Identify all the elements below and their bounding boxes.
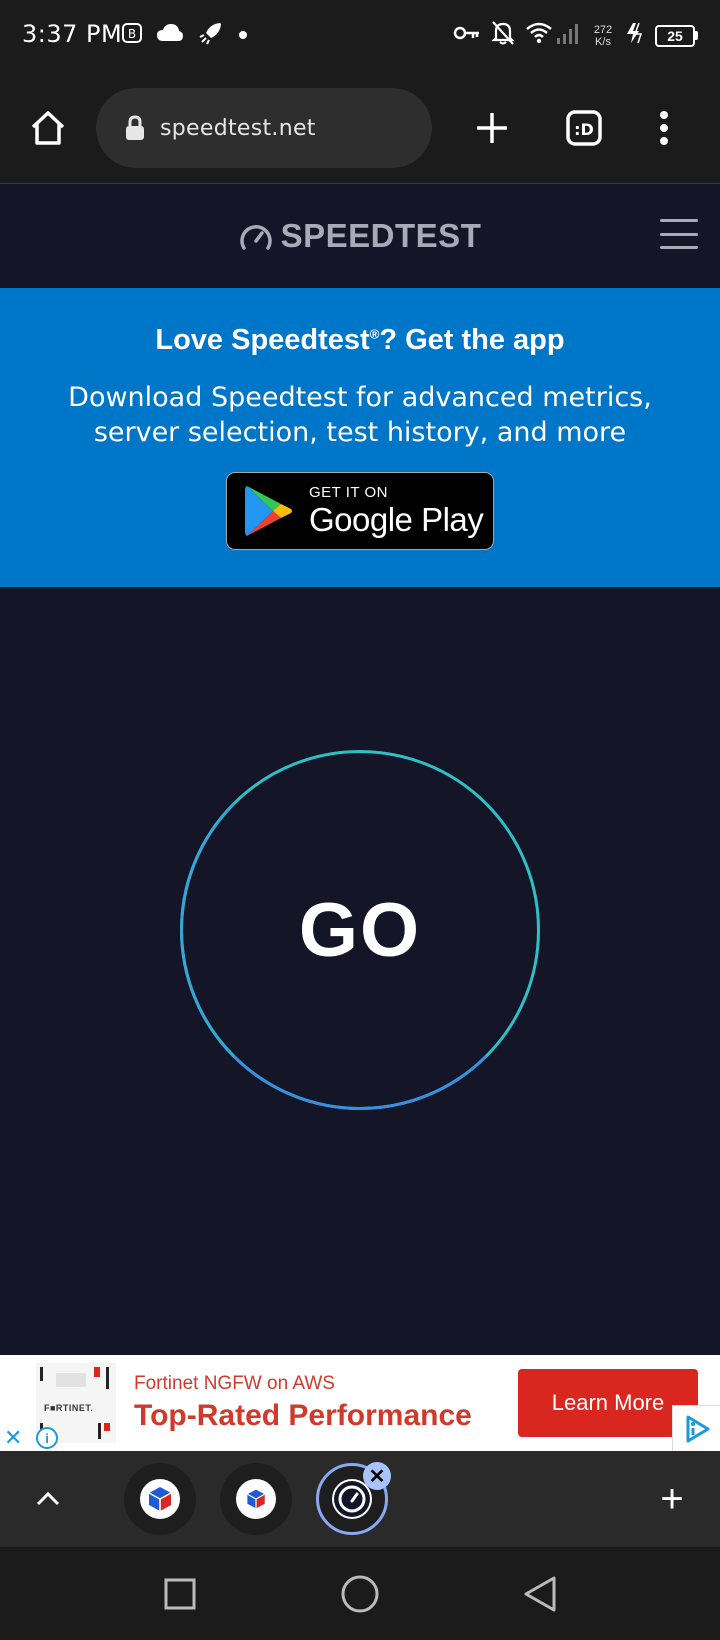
tab-1[interactable] xyxy=(124,1463,196,1535)
net-speed-value: 272 xyxy=(593,23,613,36)
tab-favicon xyxy=(236,1479,276,1519)
expand-tabs-button[interactable] xyxy=(20,1471,76,1527)
ad-info-icon[interactable]: i xyxy=(36,1427,58,1449)
google-play-icon xyxy=(245,486,292,536)
go-label: GO xyxy=(298,887,422,973)
tab-3-active[interactable]: ✕ xyxy=(316,1462,391,1535)
tab-switcher-button[interactable]: :D xyxy=(556,100,612,156)
back-button[interactable] xyxy=(515,1569,565,1619)
home-button[interactable] xyxy=(20,100,76,156)
registered-mark: ® xyxy=(369,326,380,342)
add-tab-button[interactable]: + xyxy=(644,1471,700,1527)
ad-close-icon[interactable]: ✕ xyxy=(4,1427,22,1449)
tab-switcher-icon: :D xyxy=(566,110,602,146)
promo-title-text: Love Speedtest xyxy=(155,324,370,356)
tab-favicon xyxy=(140,1479,180,1519)
lock-icon xyxy=(126,115,144,140)
new-tab-button[interactable] xyxy=(464,100,520,156)
status-notification-icons: B xyxy=(122,20,248,51)
site-header: SPEEDTEST xyxy=(0,185,720,288)
status-bar: 3:37 PM B 272 K/s 25 xyxy=(0,0,720,76)
rocket-icon xyxy=(198,20,224,51)
vpn-key-icon xyxy=(453,25,481,46)
play-badge-big: Google Play xyxy=(309,500,484,538)
tab-strip: ✕ + xyxy=(0,1451,720,1547)
app-promo-banner: Love Speedtest®? Get the app Download Sp… xyxy=(0,288,720,587)
new-tab-icon xyxy=(477,113,507,143)
adchoices-button[interactable] xyxy=(672,1405,720,1451)
more-vert-icon xyxy=(660,111,668,145)
gauge-icon xyxy=(239,225,272,250)
network-speed-readout: 272 K/s xyxy=(591,24,615,48)
ad-brand: F■RTINET. xyxy=(44,1403,94,1413)
tab-2[interactable] xyxy=(220,1463,292,1535)
app-notification-icon: B xyxy=(122,23,142,48)
status-system-icons: 272 K/s 25 xyxy=(453,20,698,51)
url-bar[interactable]: speedtest.net xyxy=(96,88,432,168)
charging-icon xyxy=(625,22,645,49)
google-play-badge[interactable]: GET IT ON Google Play xyxy=(226,472,494,550)
chevron-up-icon xyxy=(36,1491,60,1506)
svg-text:B: B xyxy=(128,27,136,41)
menu-line xyxy=(660,246,698,249)
notifications-off-icon xyxy=(491,20,515,51)
system-nav-bar xyxy=(0,1547,720,1640)
home-icon xyxy=(31,111,65,145)
logo-text: SPEEDTEST xyxy=(280,217,482,254)
promo-title: Love Speedtest®? Get the app xyxy=(0,324,720,357)
home-nav-button[interactable] xyxy=(335,1569,385,1619)
speedtest-main: GO xyxy=(0,587,720,1355)
adchoices-icon xyxy=(686,1415,709,1442)
browser-toolbar: speedtest.net :D xyxy=(0,76,720,184)
cloud-icon xyxy=(156,23,184,48)
ad-title: Top-Rated Performance xyxy=(134,1399,472,1432)
cube-icon xyxy=(247,1489,265,1509)
promo-title-suffix: ? Get the app xyxy=(379,324,565,356)
svg-text::D: :D xyxy=(574,120,594,139)
ad-learn-more-button[interactable]: Learn More xyxy=(518,1369,698,1437)
wifi-signal-icon xyxy=(525,20,581,51)
ad-headline: Fortinet NGFW on AWS xyxy=(134,1373,335,1394)
battery-tip xyxy=(695,31,698,40)
net-speed-unit: K/s xyxy=(595,35,611,48)
home-circle-icon xyxy=(341,1575,379,1613)
ad-banner[interactable]: F■RTINET. Fortinet NGFW on AWS Top-Rated… xyxy=(0,1355,720,1451)
status-time: 3:37 PM xyxy=(22,20,123,48)
play-badge-small: GET IT ON xyxy=(309,483,388,501)
speedtest-logo[interactable]: SPEEDTEST xyxy=(0,217,720,255)
battery-indicator: 25 xyxy=(655,24,698,47)
back-icon xyxy=(524,1576,556,1612)
recents-icon xyxy=(164,1578,196,1610)
menu-button[interactable] xyxy=(660,219,698,249)
promo-description: Download Speedtest for advanced metrics,… xyxy=(68,382,652,448)
battery-level: 25 xyxy=(655,24,695,47)
play-badge-text: GET IT ON Google Play xyxy=(309,483,484,539)
recents-button[interactable] xyxy=(155,1569,205,1619)
more-options-button[interactable] xyxy=(636,100,692,156)
dot-icon xyxy=(238,27,248,45)
menu-line xyxy=(660,232,698,236)
cube-icon xyxy=(148,1487,172,1511)
go-button[interactable]: GO xyxy=(180,750,540,1110)
url-text: speedtest.net xyxy=(160,115,316,141)
menu-line xyxy=(660,219,698,222)
close-tab-icon[interactable]: ✕ xyxy=(363,1462,391,1490)
